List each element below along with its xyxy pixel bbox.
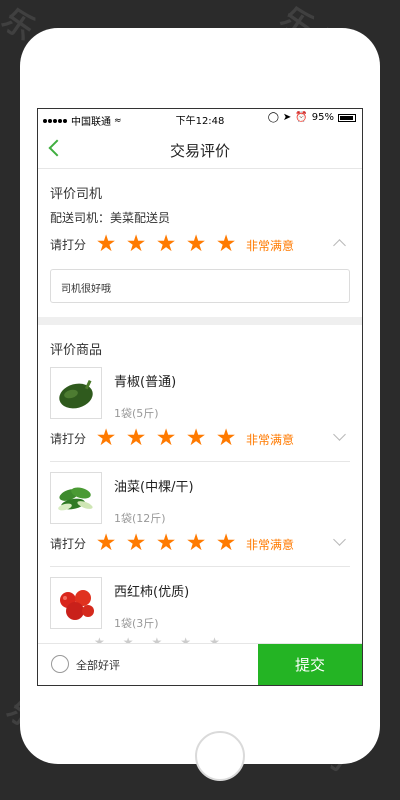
location-icon: ➤ (282, 112, 292, 123)
tomato-image (50, 577, 102, 629)
star-icon[interactable]: ★ (214, 233, 238, 256)
select-all-label[interactable]: 全部好评 (76, 657, 120, 673)
status-bar: 中国联通 ≈ 下午12:48 ◯ ➤ ⏰ 95% (38, 109, 362, 129)
review-content[interactable]: 评价司机 配送司机：美菜配送员 请打分 ★ ★ ★ ★ ★ 非常满意 司机很好哦… (38, 169, 362, 643)
star-icon[interactable]: ★ (184, 233, 208, 256)
app-screen: 中国联通 ≈ 下午12:48 ◯ ➤ ⏰ 95% 交易评价 评价司机 配送司机：… (37, 108, 363, 686)
star-icon[interactable]: ★ (180, 635, 191, 643)
star-icon[interactable]: ★ (94, 233, 118, 256)
star-icon[interactable]: ★ (152, 635, 163, 643)
star-icon[interactable]: ★ (184, 427, 208, 450)
product-rating-row: 请打分 ★ ★ ★ ★ ★ 非常满意 (50, 532, 350, 555)
product-quantity: 1袋(12斤) (114, 512, 166, 525)
driver-comment-input[interactable]: 司机很好哦 (50, 269, 350, 303)
driver-rating-row: 请打分 ★ ★ ★ ★ ★ 非常满意 (50, 233, 350, 256)
star-icon[interactable]: ★ (94, 532, 118, 555)
row-divider (50, 566, 350, 567)
green-pepper-image (50, 367, 102, 419)
chevron-down-icon[interactable] (333, 533, 346, 546)
chevron-down-icon[interactable] (333, 428, 346, 441)
lock-rotation-icon: ◯ (267, 112, 279, 123)
select-all-checkbox[interactable] (51, 655, 69, 673)
star-icon[interactable]: ★ (214, 532, 238, 555)
rating-text: 非常满意 (246, 538, 295, 552)
nav-bar: 交易评价 (38, 129, 362, 169)
star-icon[interactable]: ★ (184, 532, 208, 555)
alarm-icon: ⏰ (295, 112, 308, 123)
submit-button[interactable]: 提交 (258, 644, 362, 685)
product-quantity: 1袋(3斤) (114, 617, 159, 630)
products-section-title: 评价商品 (50, 343, 103, 358)
product-name: 青椒(普通) (114, 375, 177, 390)
bottom-action-bar: 全部好评 提交 (38, 643, 362, 685)
star-icon[interactable]: ★ (124, 532, 148, 555)
driver-name: 配送司机：美菜配送员 (50, 211, 171, 225)
product-name: 油菜(中棵/干) (114, 480, 194, 495)
star-icon[interactable]: ★ (94, 635, 105, 643)
star-icon[interactable]: ★ (124, 233, 148, 256)
rating-label: 请打分 (50, 537, 87, 551)
driver-stars: ★ ★ ★ ★ ★ (94, 233, 238, 256)
bok-choy-image (50, 472, 102, 524)
star-icon[interactable]: ★ (154, 427, 178, 450)
page-title: 交易评价 (169, 142, 230, 160)
section-divider (38, 317, 362, 325)
home-button[interactable] (195, 731, 245, 781)
rating-text: 非常满意 (246, 433, 295, 447)
row-divider (50, 461, 350, 462)
rating-label: 请打分 (50, 432, 87, 446)
rating-label: 请打分 (50, 238, 87, 252)
star-icon[interactable]: ★ (94, 427, 118, 450)
star-icon[interactable]: ★ (209, 635, 220, 643)
star-icon[interactable]: ★ (154, 532, 178, 555)
product-quantity: 1袋(5斤) (114, 407, 159, 420)
product-stars: ★ ★ ★ ★ ★ (94, 427, 238, 450)
product-stars: ★ ★ ★ ★ ★ (94, 532, 238, 555)
star-icon[interactable]: ★ (124, 427, 148, 450)
product-stars: ★ ★ ★ ★ ★ (94, 635, 220, 643)
driver-section-title: 评价司机 (50, 187, 103, 202)
star-icon[interactable]: ★ (214, 427, 238, 450)
product-name: 西红柿(优质) (114, 585, 190, 600)
battery-percent: 95% (311, 112, 334, 123)
rating-text: 非常满意 (246, 239, 295, 253)
star-icon[interactable]: ★ (123, 635, 134, 643)
product-rating-row: 请打分 ★ ★ ★ ★ ★ 非常满意 (50, 427, 350, 450)
star-icon[interactable]: ★ (154, 233, 178, 256)
battery-icon (338, 113, 356, 122)
chevron-up-icon[interactable] (333, 239, 346, 252)
